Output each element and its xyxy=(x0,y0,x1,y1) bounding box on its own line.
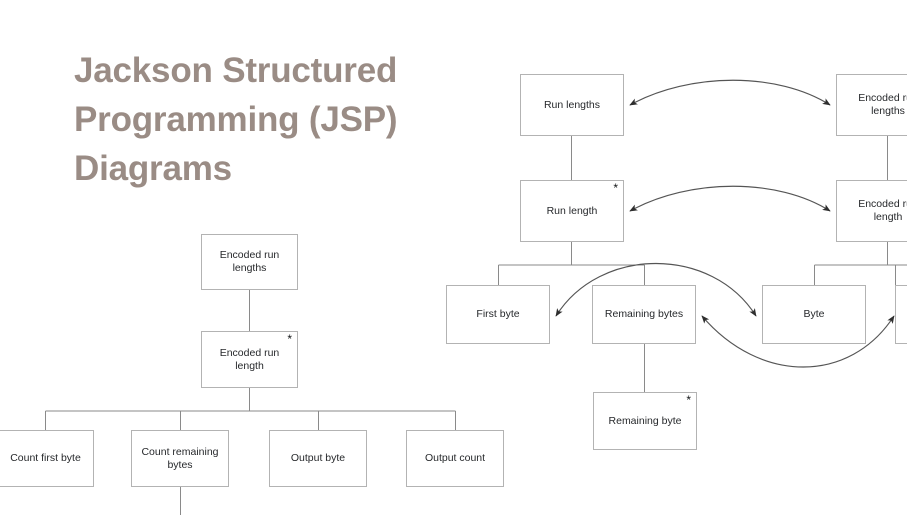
node-label: Run length xyxy=(546,204,598,217)
node-run-length[interactable]: * Run length xyxy=(520,180,624,242)
node-run-lengths[interactable]: Run lengths xyxy=(520,74,624,136)
node-encoded-run-length-right[interactable]: Encoded run length xyxy=(836,180,907,242)
iteration-marker-icon: * xyxy=(287,332,292,346)
node-label: Byte xyxy=(803,308,825,320)
node-output-count[interactable]: Output count xyxy=(406,430,504,487)
node-label: Remaining byte xyxy=(608,414,682,427)
node-label: Encoded run lengths xyxy=(219,249,280,274)
page-title: Jackson Structured Programming (JSP) Dia… xyxy=(74,51,398,188)
iteration-marker-icon: * xyxy=(613,181,618,195)
node-count-remaining-bytes[interactable]: Count remaining bytes xyxy=(131,430,229,487)
node-encoded-run-length[interactable]: * Encoded run length xyxy=(201,331,298,388)
node-label: Run lengths xyxy=(543,98,601,111)
node-output-byte[interactable]: Output byte xyxy=(269,430,367,487)
node-label: Count first byte xyxy=(10,452,81,464)
slide-canvas: Jackson Structured Programming (JSP) Dia… xyxy=(0,0,907,515)
node-remaining-byte[interactable]: * Remaining byte xyxy=(593,392,697,450)
node-label: Encoded run length xyxy=(858,198,907,223)
node-label: Encoded run lengths xyxy=(858,92,907,117)
node-byte[interactable]: Byte xyxy=(762,285,866,344)
node-label: Output byte xyxy=(290,452,346,464)
node-label: First byte xyxy=(476,308,520,320)
node-encoded-run-lengths[interactable]: Encoded run lengths xyxy=(201,234,298,290)
node-label: Encoded run length xyxy=(219,346,280,372)
node-encoded-run-lengths-right[interactable]: Encoded run lengths xyxy=(836,74,907,136)
node-count-first-byte[interactable]: Count first byte xyxy=(0,430,94,487)
node-label: Remaining bytes xyxy=(604,308,684,320)
node-encoded-byte-offscreen[interactable] xyxy=(895,285,907,344)
node-remaining-bytes[interactable]: Remaining bytes xyxy=(592,285,696,344)
node-first-byte[interactable]: First byte xyxy=(446,285,550,344)
iteration-marker-icon: * xyxy=(686,393,691,407)
node-label: Output count xyxy=(424,452,486,464)
node-label: Count remaining bytes xyxy=(141,445,219,471)
